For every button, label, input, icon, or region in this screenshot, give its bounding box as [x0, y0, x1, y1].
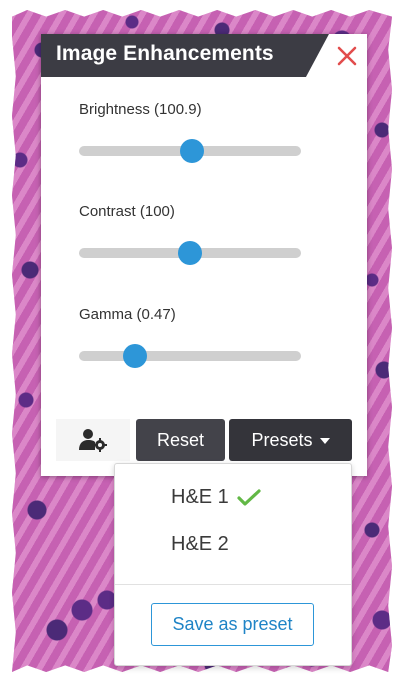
- brightness-label: Brightness (100.9): [79, 101, 202, 118]
- panel-title-bar: Image Enhancements: [41, 34, 329, 77]
- close-button[interactable]: [327, 34, 367, 77]
- gamma-slider-track[interactable]: [79, 351, 301, 361]
- save-as-preset-button[interactable]: Save as preset: [151, 603, 314, 646]
- panel-title: Image Enhancements: [56, 42, 274, 65]
- caret-down-icon: [319, 437, 330, 444]
- preset-item-he-2[interactable]: H&E 2: [171, 533, 229, 556]
- panel-header: Image Enhancements: [41, 34, 367, 77]
- brightness-slider-thumb[interactable]: [180, 139, 205, 163]
- check-icon: [237, 489, 261, 506]
- panel-button-bar: Reset Presets: [56, 419, 352, 461]
- presets-button-label: Presets: [251, 429, 313, 450]
- contrast-slider-thumb[interactable]: [178, 241, 202, 265]
- gamma-slider-thumb[interactable]: [122, 344, 147, 368]
- user-settings-icon: [79, 429, 107, 452]
- gamma-label: Gamma (0.47): [79, 306, 176, 323]
- reset-button[interactable]: Reset: [136, 419, 225, 461]
- menu-divider: [115, 584, 351, 585]
- image-enhancements-panel: Image Enhancements Brightness (100.9) Co…: [41, 34, 367, 476]
- preset-item-he-1[interactable]: H&E 1: [171, 486, 229, 509]
- contrast-label: Contrast (100): [79, 203, 175, 220]
- presets-button[interactable]: Presets: [229, 419, 352, 461]
- presets-dropdown-menu: H&E 1 H&E 2 Save as preset: [114, 463, 352, 666]
- close-icon: [337, 46, 357, 65]
- user-settings-button[interactable]: [56, 419, 130, 461]
